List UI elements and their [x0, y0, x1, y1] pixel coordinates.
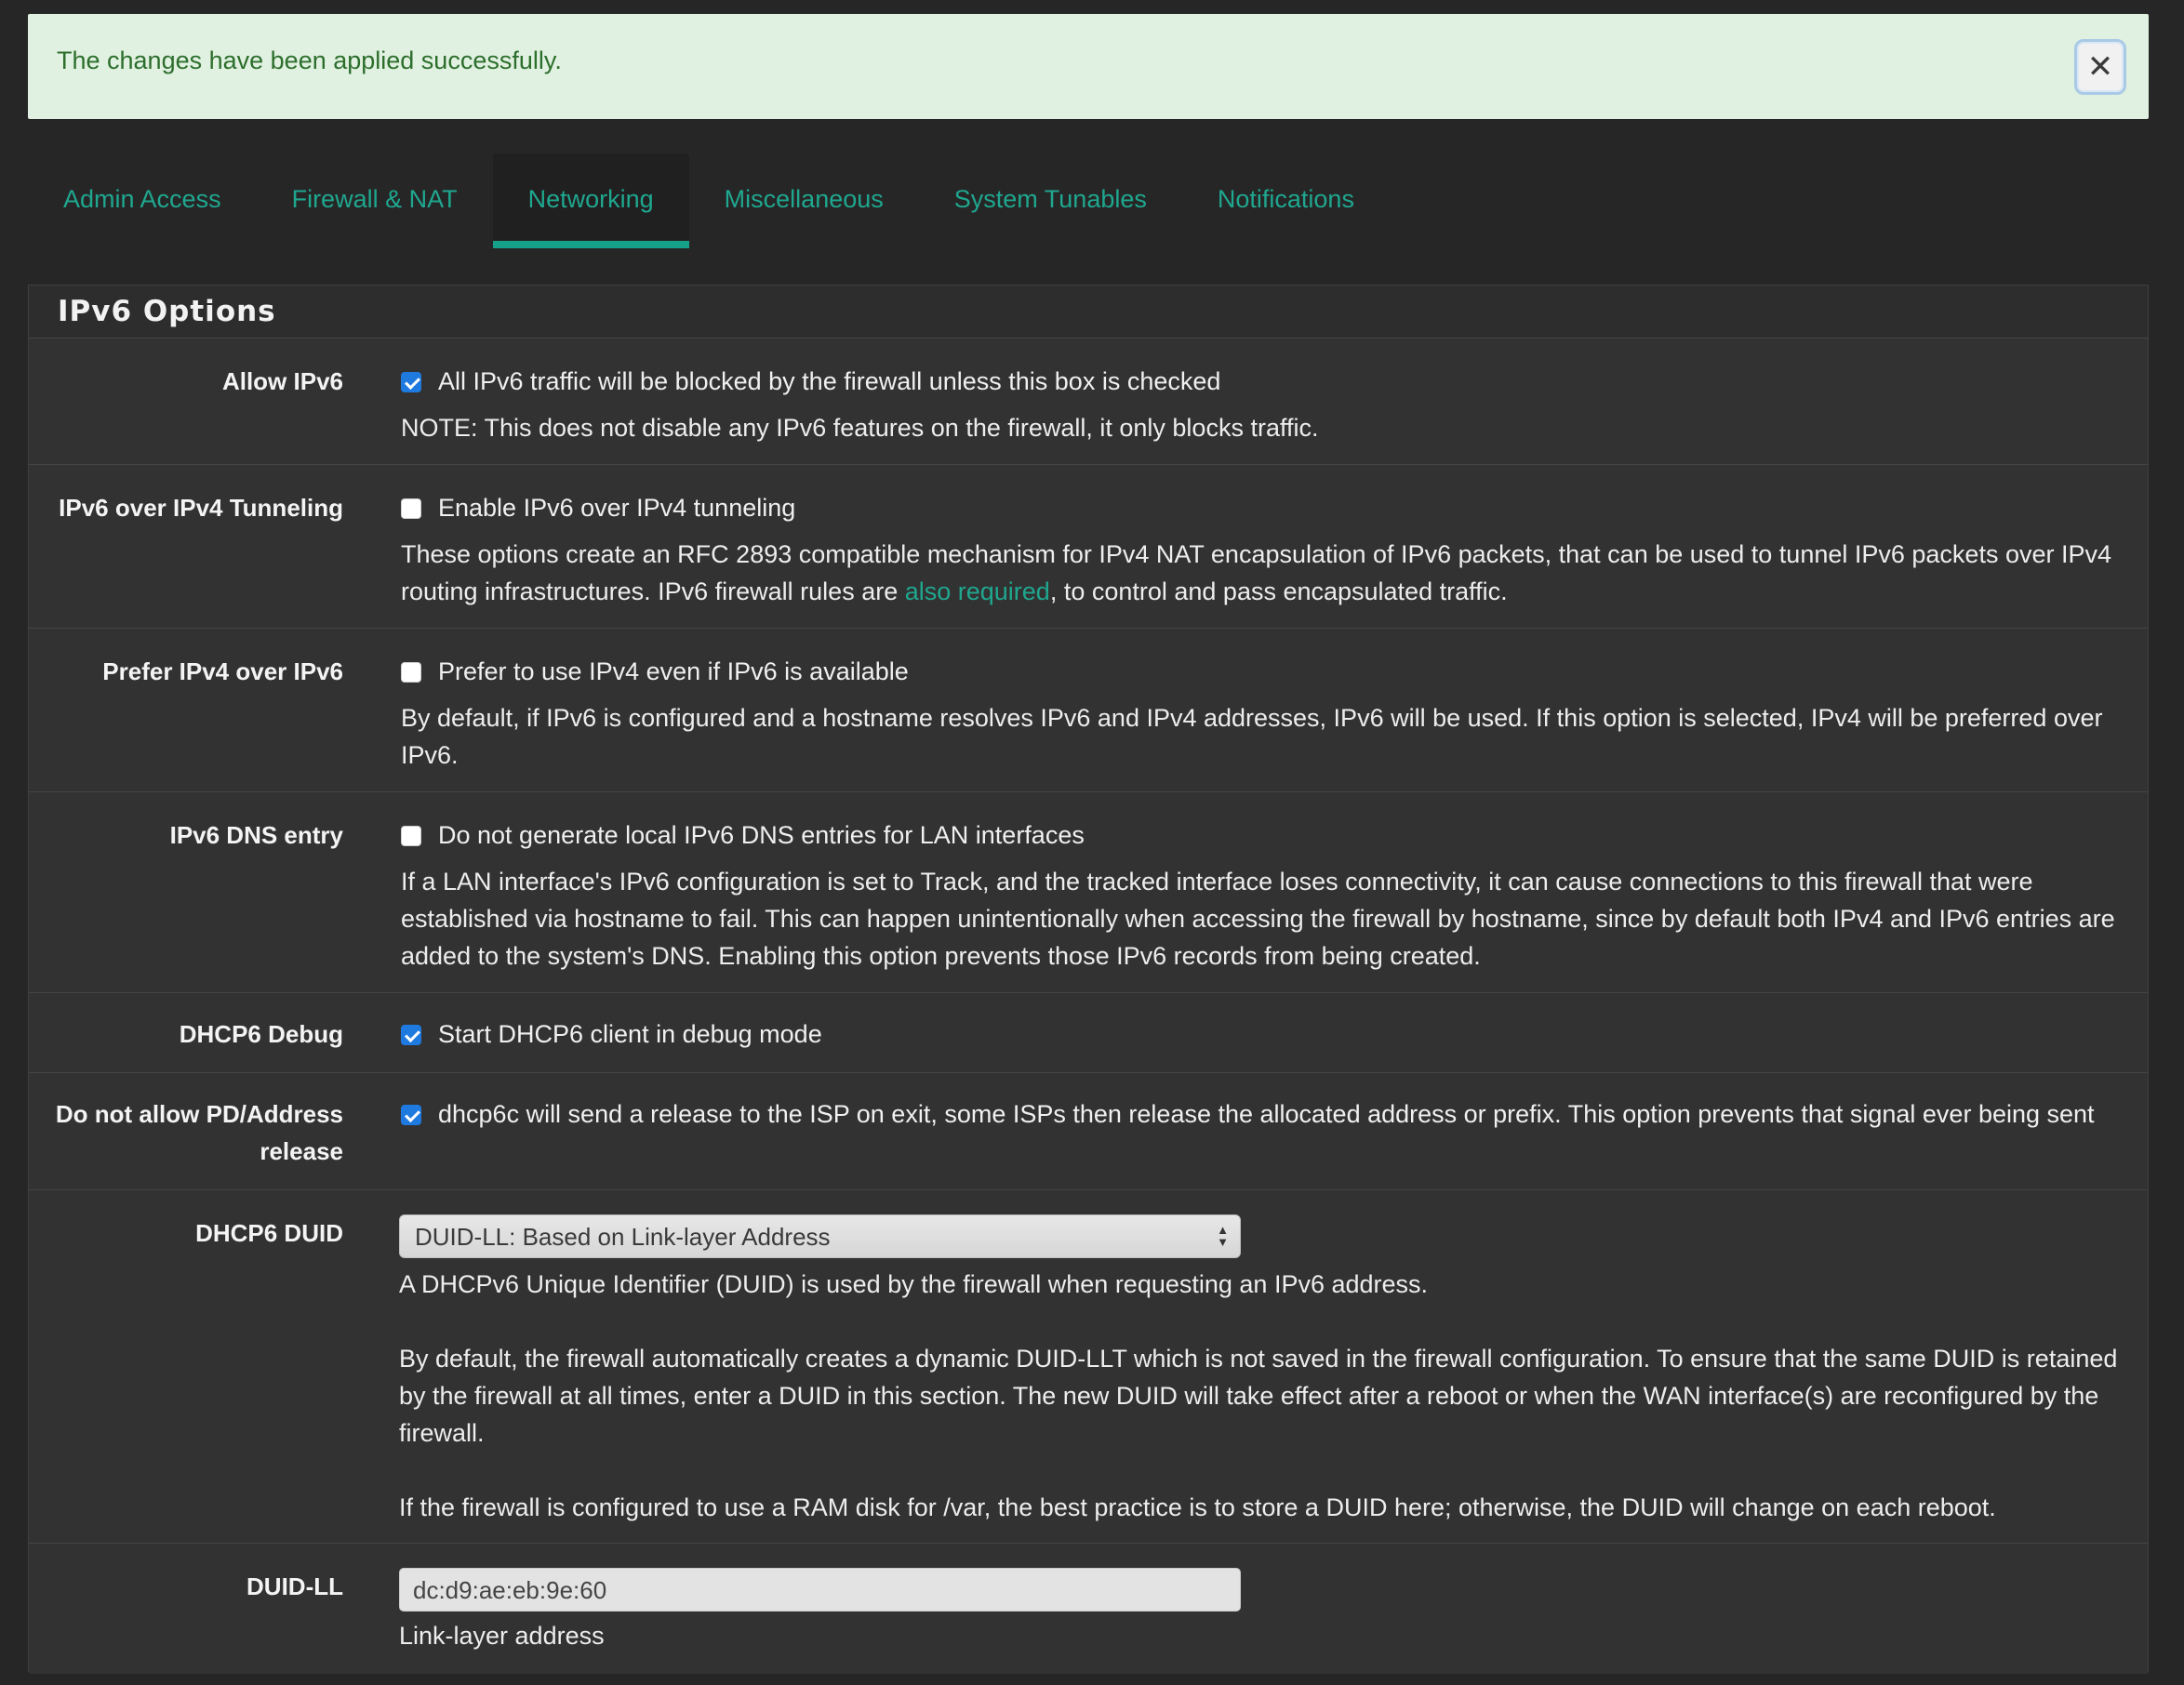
allow-ipv6-checkbox[interactable] — [401, 372, 421, 392]
tab-notifications[interactable]: Notifications — [1182, 153, 1390, 248]
ipv6-options-panel: IPv6 Options Allow IPv6 All IPv6 traffic… — [28, 285, 2149, 1674]
dhcp6-debug-text: Start DHCP6 client in debug mode — [438, 1020, 822, 1048]
row-ipv6-dns-entry: IPv6 DNS entry Do not generate local IPv… — [29, 792, 2148, 993]
dns-entry-checkbox[interactable] — [401, 826, 421, 846]
tunneling-checkbox[interactable] — [401, 498, 421, 519]
tab-admin-access[interactable]: Admin Access — [28, 153, 257, 248]
tunneling-label: IPv6 over IPv4 Tunneling — [59, 494, 343, 522]
dhcp6-debug-checkbox[interactable] — [401, 1025, 421, 1045]
tunneling-text: Enable IPv6 over IPv4 tunneling — [438, 494, 796, 522]
duid-help-3: If the firewall is configured to use a R… — [399, 1493, 1996, 1521]
duid-ll-help: Link-layer address — [399, 1622, 605, 1650]
pd-release-label: Do not allow PD/Address release — [55, 1100, 343, 1165]
duid-type-select[interactable]: DUID-LL: Based on Link-layer Address ▲ ▼ — [399, 1214, 1241, 1258]
tunneling-help: These options create an RFC 2893 compati… — [401, 540, 2112, 605]
prefer-ipv4-label: Prefer IPv4 over IPv6 — [102, 657, 343, 685]
duid-help-1: A DHCPv6 Unique Identifier (DUID) is use… — [399, 1270, 1429, 1298]
pd-release-text: dhcp6c will send a release to the ISP on… — [438, 1100, 2095, 1128]
close-icon[interactable]: ✕ — [2074, 39, 2126, 95]
row-allow-ipv6: Allow IPv6 All IPv6 traffic will be bloc… — [29, 338, 2148, 465]
dns-entry-help: If a LAN interface's IPv6 configuration … — [401, 868, 2115, 970]
allow-ipv6-help: NOTE: This does not disable any IPv6 fea… — [401, 414, 1319, 442]
dns-entry-label: IPv6 DNS entry — [169, 821, 343, 849]
tab-firewall-nat[interactable]: Firewall & NAT — [257, 153, 493, 248]
prefer-ipv4-checkbox[interactable] — [401, 662, 421, 683]
success-alert: The changes have been applied successful… — [28, 14, 2149, 119]
allow-ipv6-text: All IPv6 traffic will be blocked by the … — [438, 367, 1221, 395]
dns-entry-text: Do not generate local IPv6 DNS entries f… — [438, 821, 1085, 849]
row-ipv6-tunneling: IPv6 over IPv4 Tunneling Enable IPv6 ove… — [29, 465, 2148, 629]
allow-ipv6-label: Allow IPv6 — [221, 367, 343, 395]
dhcp6-duid-label: DHCP6 DUID — [195, 1219, 343, 1247]
tab-system-tunables[interactable]: System Tunables — [919, 153, 1182, 248]
prefer-ipv4-text: Prefer to use IPv4 even if IPv6 is avail… — [438, 657, 909, 685]
pd-release-checkbox[interactable] — [401, 1105, 421, 1125]
panel-title: IPv6 Options — [29, 285, 2148, 338]
duid-help-2: By default, the firewall automatically c… — [399, 1345, 2118, 1447]
row-pd-release: Do not allow PD/Address release dhcp6c w… — [29, 1073, 2148, 1190]
also-required-link[interactable]: also required — [905, 577, 1050, 605]
row-duid-ll: DUID-LL dc:d9:ae:eb:9e:60 Link-layer add… — [29, 1544, 2148, 1674]
row-dhcp6-duid: DHCP6 DUID DUID-LL: Based on Link-layer … — [29, 1190, 2148, 1544]
row-prefer-ipv4: Prefer IPv4 over IPv6 Prefer to use IPv4… — [29, 629, 2148, 792]
dhcp6-debug-label: DHCP6 Debug — [179, 1020, 343, 1048]
select-arrows-icon: ▲ ▼ — [1217, 1223, 1229, 1249]
prefer-ipv4-help: By default, if IPv6 is configured and a … — [401, 704, 2103, 769]
settings-tabs: Admin Access Firewall & NAT Networking M… — [28, 153, 1390, 248]
tab-networking[interactable]: Networking — [492, 153, 689, 248]
alert-message: The changes have been applied successful… — [57, 46, 562, 74]
duid-ll-input[interactable]: dc:d9:ae:eb:9e:60 — [399, 1568, 1241, 1612]
tab-miscellaneous[interactable]: Miscellaneous — [689, 153, 919, 248]
duid-type-selected: DUID-LL: Based on Link-layer Address — [415, 1222, 831, 1251]
row-dhcp6-debug: DHCP6 Debug Start DHCP6 client in debug … — [29, 993, 2148, 1073]
duid-ll-label: DUID-LL — [246, 1572, 343, 1600]
